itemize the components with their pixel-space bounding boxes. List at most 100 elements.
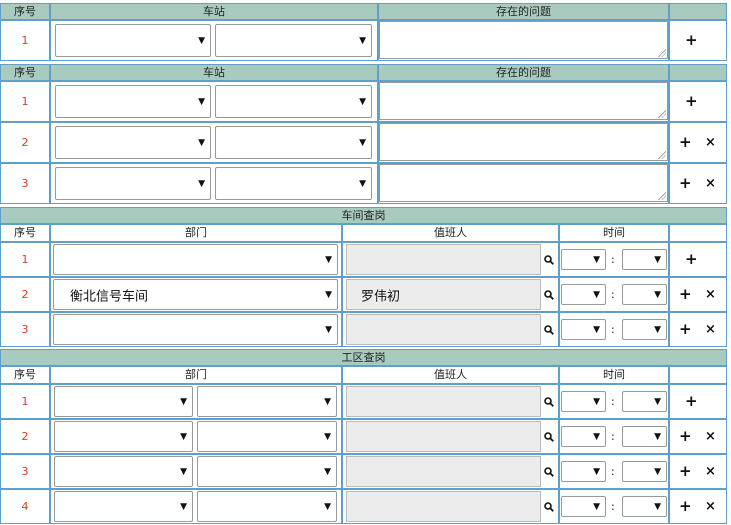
issue-textarea[interactable] — [379, 164, 668, 202]
search-icon[interactable] — [544, 467, 554, 477]
chevron-down-icon: ▼ — [593, 254, 600, 265]
line-select[interactable]: ▼ — [55, 85, 211, 118]
close-icon[interactable]: × — [705, 464, 716, 480]
close-icon[interactable]: × — [705, 287, 716, 303]
work-area-select[interactable]: ▼ — [197, 491, 337, 522]
plus-icon[interactable]: + — [679, 321, 692, 337]
action-cell — [669, 242, 727, 277]
resize-grip-icon[interactable] — [658, 49, 666, 57]
chevron-down-icon: ▼ — [593, 466, 600, 477]
hour-select[interactable]: ▼ — [561, 284, 606, 305]
search-icon[interactable] — [544, 502, 554, 512]
row-number: 3 — [0, 163, 50, 204]
hour-select[interactable]: ▼ — [561, 391, 606, 412]
workshop-select[interactable]: ▼ — [54, 386, 193, 417]
close-icon[interactable]: × — [705, 322, 716, 338]
line-select[interactable]: ▼ — [55, 167, 211, 200]
minute-select[interactable]: ▼ — [622, 426, 667, 447]
chevron-down-icon: ▼ — [324, 396, 331, 407]
hour-select[interactable]: ▼ — [561, 461, 606, 482]
work-area-select[interactable]: ▼ — [197, 421, 337, 452]
row-number: 2 — [0, 122, 50, 163]
minute-select[interactable]: ▼ — [622, 249, 667, 270]
search-icon[interactable] — [544, 290, 554, 300]
plus-icon[interactable]: + — [679, 428, 692, 444]
row-number: 1 — [0, 384, 50, 419]
dept-select[interactable]: ▼ — [53, 244, 338, 275]
plus-icon[interactable]: + — [679, 286, 692, 302]
chevron-down-icon: ▼ — [325, 324, 332, 335]
plus-icon[interactable]: + — [685, 393, 698, 409]
station-select[interactable]: ▼ — [215, 24, 372, 57]
action-cell — [669, 277, 727, 312]
minute-select[interactable]: ▼ — [622, 461, 667, 482]
action-header — [669, 3, 727, 20]
onduty-input[interactable] — [346, 386, 541, 417]
plus-icon[interactable]: + — [679, 498, 692, 514]
action-header — [669, 64, 727, 81]
close-icon[interactable]: × — [705, 135, 716, 151]
action-header — [669, 224, 727, 242]
search-icon[interactable] — [544, 255, 554, 265]
action-cell — [669, 20, 727, 61]
work-area-select[interactable]: ▼ — [197, 386, 337, 417]
minute-select[interactable]: ▼ — [622, 319, 667, 340]
time-header: 时间 — [559, 366, 669, 384]
minute-select[interactable]: ▼ — [622, 496, 667, 517]
issue-textarea[interactable] — [379, 82, 668, 120]
workshop-select[interactable]: ▼ — [54, 421, 193, 452]
issue-textarea[interactable] — [379, 21, 668, 59]
plus-icon[interactable]: + — [685, 32, 698, 48]
work-area-select[interactable]: ▼ — [197, 456, 337, 487]
row-number: 4 — [0, 489, 50, 524]
hour-select[interactable]: ▼ — [561, 249, 606, 270]
onduty-input[interactable] — [346, 456, 541, 487]
line-select[interactable]: ▼ — [55, 126, 211, 159]
close-icon[interactable]: × — [705, 429, 716, 445]
minute-select[interactable]: ▼ — [622, 391, 667, 412]
plus-icon[interactable]: + — [685, 251, 698, 267]
chevron-down-icon: ▼ — [654, 431, 661, 442]
chevron-down-icon: ▼ — [654, 501, 661, 512]
close-icon[interactable]: × — [705, 176, 716, 192]
hour-select[interactable]: ▼ — [561, 426, 606, 447]
chevron-down-icon: ▼ — [593, 289, 600, 300]
station-select[interactable]: ▼ — [215, 167, 372, 200]
onduty-input[interactable] — [346, 421, 541, 452]
plus-icon[interactable]: + — [679, 175, 692, 191]
minute-select[interactable]: ▼ — [622, 284, 667, 305]
onduty-input[interactable] — [346, 314, 541, 345]
resize-grip-icon[interactable] — [658, 192, 666, 200]
station-select[interactable]: ▼ — [215, 85, 372, 118]
issue-textarea[interactable] — [379, 123, 668, 161]
workshop-select[interactable]: ▼ — [54, 456, 193, 487]
resize-grip-icon[interactable] — [658, 151, 666, 159]
onduty-input[interactable] — [346, 244, 541, 275]
plus-icon[interactable]: + — [685, 93, 698, 109]
search-icon[interactable] — [544, 397, 554, 407]
onduty-input[interactable]: 罗伟初 — [346, 279, 541, 310]
close-icon[interactable]: × — [705, 499, 716, 515]
dept-select[interactable]: ▼ — [53, 314, 338, 345]
search-icon[interactable] — [544, 432, 554, 442]
chevron-down-icon: ▼ — [593, 396, 600, 407]
row-number: 1 — [0, 20, 50, 61]
chevron-down-icon: ▼ — [325, 289, 332, 300]
resize-grip-icon[interactable] — [658, 110, 666, 118]
time-separator: : — [611, 500, 615, 513]
station-select[interactable]: ▼ — [215, 126, 372, 159]
section-title-work-area: 工区查岗 — [0, 349, 727, 366]
dept-select[interactable]: 衡北信号车间 ▼ — [53, 279, 338, 310]
plus-icon[interactable]: + — [679, 134, 692, 150]
seq-header: 序号 — [0, 3, 50, 20]
workshop-select[interactable]: ▼ — [54, 491, 193, 522]
plus-icon[interactable]: + — [679, 463, 692, 479]
chevron-down-icon: ▼ — [180, 431, 187, 442]
issue-header: 存在的问题 — [378, 64, 669, 81]
line-select[interactable]: ▼ — [55, 24, 211, 57]
hour-select[interactable]: ▼ — [561, 319, 606, 340]
onduty-input[interactable] — [346, 491, 541, 522]
hour-select[interactable]: ▼ — [561, 496, 606, 517]
search-icon[interactable] — [544, 325, 554, 335]
time-separator: : — [611, 395, 615, 408]
